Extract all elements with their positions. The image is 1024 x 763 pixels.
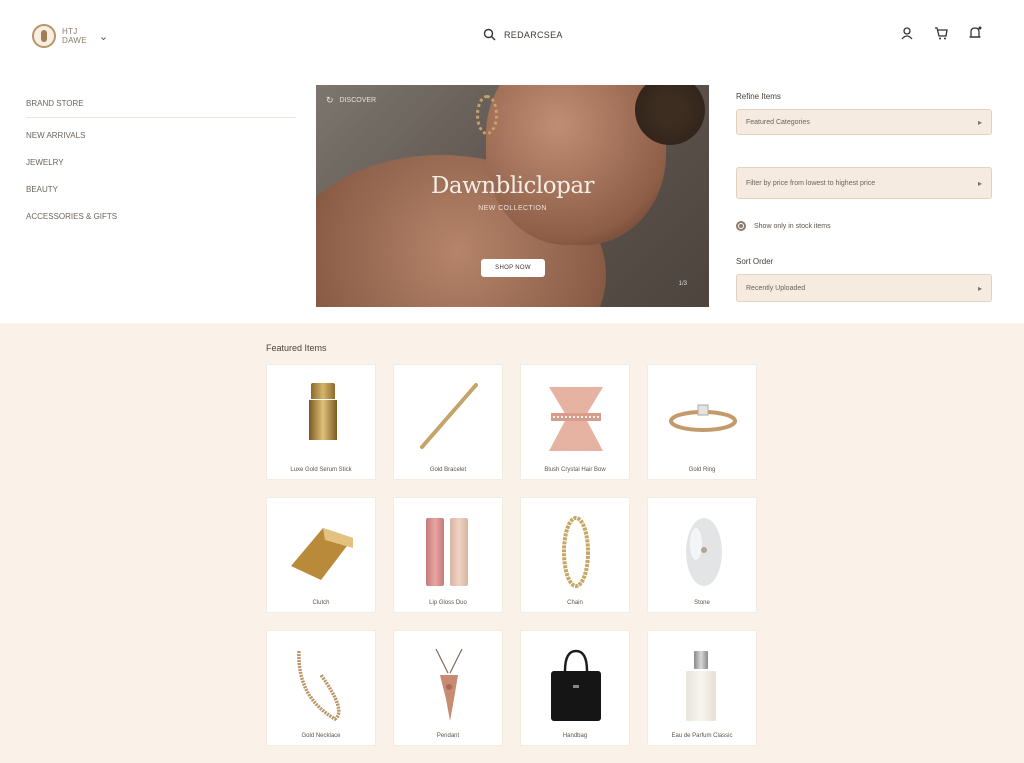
filter-section-label: Refine Items [736, 92, 781, 101]
product-card[interactable]: Lip Gloss Duo [393, 497, 503, 613]
product-name: Pendant [436, 733, 460, 739]
clutch-icon [291, 528, 353, 580]
product-name: Lip Gloss Duo [429, 600, 467, 606]
products-section-background [0, 323, 1024, 763]
price-sort-select[interactable]: Filter by price from lowest to highest p… [736, 167, 992, 199]
radio-icon [736, 221, 746, 231]
hero-banner[interactable]: ↻ DISCOVER Dawnbliclopar NEW COLLECTION … [316, 85, 709, 307]
category-select-value: Featured Categories [746, 118, 810, 126]
hero-tag-label: DISCOVER [339, 97, 377, 104]
brand-name-line-1: HTJ [62, 27, 78, 36]
bow-icon [549, 387, 603, 451]
sidebar-item-new-arrivals[interactable]: NEW ARRIVALS [26, 128, 296, 155]
in-stock-radio[interactable]: Show only in stock items [736, 221, 992, 231]
user-icon[interactable] [900, 26, 914, 40]
product-card[interactable]: Clutch [266, 497, 376, 613]
logo-icon [32, 24, 56, 48]
chevron-right-icon: ▸ [977, 283, 982, 293]
product-name: Stone [694, 600, 710, 606]
stone-icon [686, 518, 722, 586]
chain-icon [562, 516, 590, 588]
filter-panel: Refine Items Featured Categories ▸ Filte… [736, 92, 992, 302]
product-card[interactable]: Gold Bracelet [393, 364, 503, 480]
product-name: Clutch [312, 600, 330, 606]
header-actions [900, 26, 982, 40]
hero-shop-button[interactable]: SHOP NOW [481, 259, 545, 277]
sidebar-item-accessories[interactable]: ACCESSORIES & GIFTS [26, 209, 296, 236]
price-sort-select-value: Filter by price from lowest to highest p… [746, 179, 876, 187]
product-card[interactable]: Blush Crystal Hair Bow [520, 364, 630, 480]
sort-order-select[interactable]: Recently Uploaded ▸ [736, 274, 992, 302]
sidebar-item-beauty[interactable]: BEAUTY [26, 182, 296, 209]
search-label: REDARCSEA [504, 29, 563, 40]
product-name: Handbag [562, 733, 588, 739]
chevron-right-icon: ▸ [977, 117, 982, 127]
bracelet-icon [420, 383, 478, 449]
bell-icon[interactable] [968, 26, 982, 40]
necklace-icon [297, 650, 341, 722]
brand-name-line-2: DAWE [62, 36, 87, 45]
chevron-down-icon[interactable]: ⌄ [99, 30, 108, 43]
sort-order-select-value: Recently Uploaded [746, 284, 806, 292]
category-select[interactable]: Featured Categories ▸ [736, 109, 992, 135]
search-icon [483, 28, 496, 41]
refresh-icon: ↻ [326, 95, 334, 105]
sidebar-item-brand-store[interactable]: BRAND STORE [26, 96, 296, 118]
product-name: Gold Necklace [301, 733, 341, 739]
product-card[interactable]: Handbag [520, 630, 630, 746]
in-stock-radio-label: Show only in stock items [754, 222, 831, 230]
sort-section-label: Sort Order [736, 257, 774, 266]
product-name: Luxe Gold Serum Stick [290, 467, 352, 473]
brand-logo[interactable]: HTJ DAWE ⌄ [32, 24, 108, 48]
product-name: Chain [567, 600, 583, 606]
search-bar[interactable]: REDARCSEA [483, 28, 563, 41]
hero-slide-counter: 1/3 [678, 281, 687, 287]
site-header: HTJ DAWE ⌄ REDARCSEA [0, 0, 1024, 76]
perfume-icon [686, 651, 716, 721]
product-name: Eau de Parfum Classic [671, 733, 733, 739]
product-name: Gold Bracelet [429, 467, 467, 473]
product-card[interactable]: Chain [520, 497, 630, 613]
pendant-icon [435, 648, 463, 721]
product-card[interactable]: Gold Necklace [266, 630, 376, 746]
handbag-icon [551, 649, 601, 721]
lipstick-icon [309, 383, 337, 440]
chevron-right-icon: ▸ [977, 178, 982, 188]
cart-icon[interactable] [934, 26, 948, 40]
product-name: Blush Crystal Hair Bow [544, 467, 606, 473]
product-card[interactable]: Eau de Parfum Classic [647, 630, 757, 746]
hero-title: Dawnbliclopar [430, 173, 595, 199]
product-card[interactable]: Gold Ring [647, 364, 757, 480]
hero-subtitle: NEW COLLECTION [478, 205, 547, 212]
category-sidebar: BRAND STORE NEW ARRIVALS JEWELRY BEAUTY … [26, 96, 296, 236]
hero-image-earring [476, 95, 498, 135]
product-card[interactable]: Pendant [393, 630, 503, 746]
product-card[interactable]: Stone [647, 497, 757, 613]
product-card[interactable]: Luxe Gold Serum Stick [266, 364, 376, 480]
sidebar-item-jewelry[interactable]: JEWELRY [26, 155, 296, 182]
products-section-title: Featured Items [266, 343, 327, 353]
hero-tag: ↻ DISCOVER [326, 95, 376, 106]
ring-icon [669, 404, 737, 432]
product-name: Gold Ring [688, 467, 716, 473]
